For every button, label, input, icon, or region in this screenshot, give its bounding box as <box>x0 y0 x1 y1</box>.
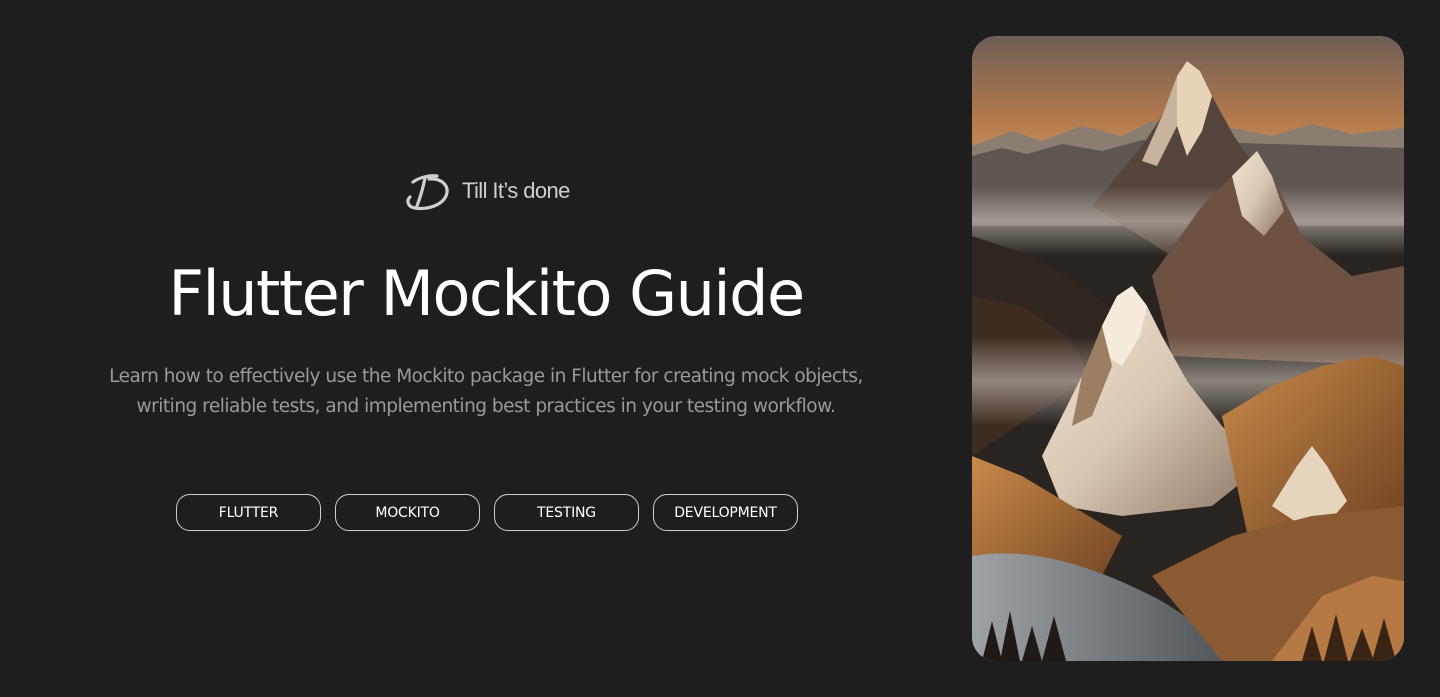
hero-section: Till It’s done Flutter Mockito Guide Lea… <box>0 0 972 697</box>
tag-development[interactable]: DEVELOPMENT <box>653 494 798 531</box>
td-monogram-icon <box>406 174 449 211</box>
cover-image <box>972 36 1404 661</box>
mountain-landscape-illustration <box>972 36 1404 661</box>
tag-testing[interactable]: TESTING <box>494 494 639 531</box>
description-line-1: Learn how to effectively use the Mockito… <box>109 366 863 387</box>
page-title: Flutter Mockito Guide <box>168 257 805 330</box>
brand[interactable]: Till It’s done <box>404 170 570 212</box>
tag-mockito[interactable]: MOCKITO <box>335 494 480 531</box>
tag-list: FLUTTER MOCKITO TESTING DEVELOPMENT <box>176 494 798 531</box>
description-line-2: writing reliable tests, and implementing… <box>136 396 836 417</box>
tag-flutter[interactable]: FLUTTER <box>176 494 321 531</box>
brand-name: Till It’s done <box>462 178 570 203</box>
page-description: Learn how to effectively use the Mockito… <box>60 362 912 422</box>
